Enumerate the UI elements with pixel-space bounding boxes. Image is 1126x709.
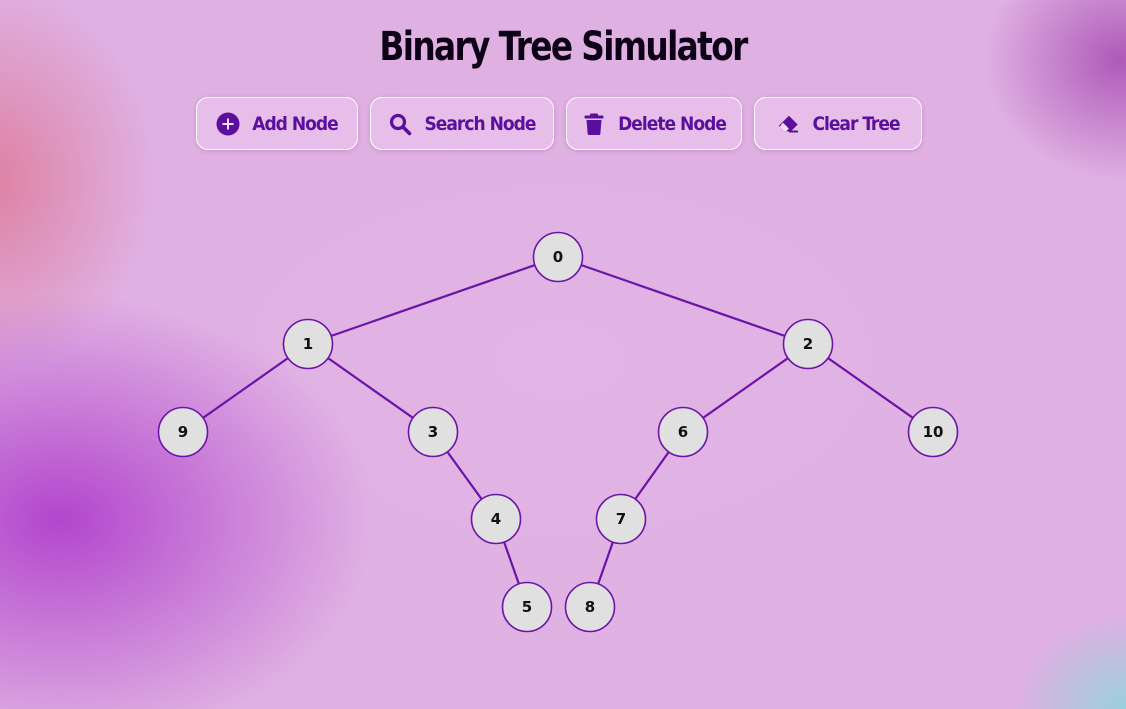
tree-node-label: 10	[923, 423, 944, 441]
tree-node-label: 4	[491, 510, 501, 528]
tree-node-label: 5	[522, 598, 532, 616]
tree-node-label: 6	[678, 423, 688, 441]
tree-node-2[interactable]: 2	[782, 318, 834, 370]
app-root: Binary Tree Simulator Add Node Search No…	[0, 0, 1126, 709]
tree-node-label: 7	[616, 510, 626, 528]
edge-layer	[182, 255, 934, 608]
tree-node-label: 0	[553, 248, 563, 266]
tree-node-9[interactable]: 9	[157, 406, 209, 458]
tree-node-1[interactable]: 1	[282, 318, 334, 370]
tree-node-label: 3	[428, 423, 438, 441]
tree-canvas: 0 1 2 9 3 6 10 4 7 5 8	[157, 231, 959, 633]
tree-node-5[interactable]: 5	[501, 581, 553, 633]
tree-node-8[interactable]: 8	[564, 581, 616, 633]
tree-node-label: 2	[803, 335, 813, 353]
tree-node-10[interactable]: 10	[907, 406, 959, 458]
tree-node-label: 9	[178, 423, 188, 441]
tree-node-label: 1	[303, 335, 313, 353]
node-layer: 0 1 2 9 3 6 10 4 7 5 8	[157, 231, 959, 633]
tree-edge-0-1	[307, 255, 559, 346]
tree-node-0[interactable]: 0	[532, 231, 584, 283]
tree-node-4[interactable]: 4	[470, 493, 522, 545]
tree-node-label: 8	[585, 598, 595, 616]
tree-node-3[interactable]: 3	[407, 406, 459, 458]
tree-node-7[interactable]: 7	[595, 493, 647, 545]
tree-edge-0-2	[557, 255, 809, 346]
tree-node-6[interactable]: 6	[657, 406, 709, 458]
